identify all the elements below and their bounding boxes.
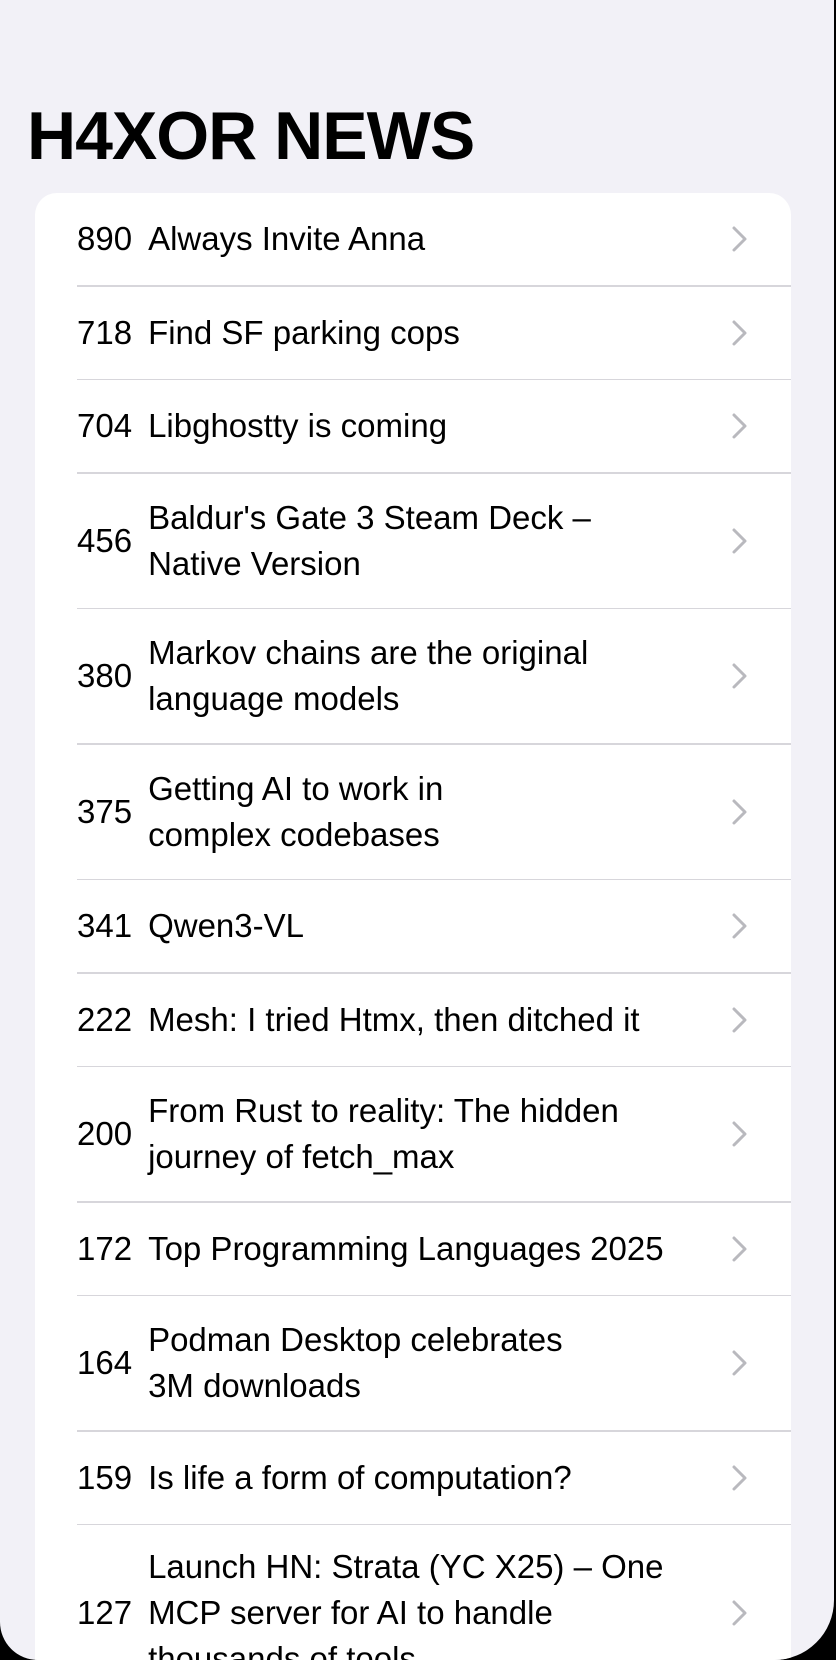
story-title: Find SF parking cops [148, 313, 460, 351]
story-row[interactable]: 380 Markov chains are the original langu… [35, 609, 791, 743]
story-score: 222 [77, 1000, 133, 1038]
story-row[interactable]: 127 Launch HN: Strata (YC X25) – One MCP… [35, 1525, 791, 1660]
story-title: Top Programming Languages 2025 [148, 1229, 664, 1267]
page-title: H4XOR NEWS [27, 98, 475, 174]
chevron-right-icon [732, 799, 747, 824]
story-score: 164 [77, 1344, 133, 1381]
story-row[interactable]: 890 Always Invite Anna [35, 193, 791, 285]
story-title: Getting AI to work in complex codebases [148, 769, 444, 853]
story-row[interactable]: 456 Baldur's Gate 3 Steam Deck – Native … [35, 474, 791, 608]
story-row[interactable]: 704 Libghostty is coming [35, 380, 791, 472]
story-row[interactable]: 172 Top Programming Languages 2025 [35, 1203, 791, 1295]
story-score: 375 [77, 792, 133, 830]
chevron-right-icon [732, 320, 747, 345]
story-row[interactable]: 718 Find SF parking cops [35, 287, 791, 379]
story-title: From Rust to reality: The hidden journey… [148, 1092, 619, 1175]
story-title: Libghostty is coming [148, 407, 448, 444]
story-title: Launch HN: Strata (YC X25) – One MCP ser… [148, 1548, 664, 1660]
chevron-right-icon [732, 1350, 747, 1376]
chevron-right-icon [732, 1465, 747, 1490]
story-row[interactable]: 164 Podman Desktop celebrates 3M downloa… [35, 1296, 791, 1430]
chevron-right-icon [732, 226, 747, 252]
story-row[interactable]: 222 Mesh: I tried Htmx, then ditched it [35, 974, 791, 1066]
story-title: Markov chains are the original language … [148, 634, 589, 717]
chevron-right-icon [732, 1007, 747, 1032]
story-score: 341 [77, 907, 133, 944]
story-row[interactable]: 200 From Rust to reality: The hidden jou… [35, 1067, 791, 1201]
chevron-right-icon [732, 1236, 747, 1261]
story-row[interactable]: 375 Getting AI to work in complex codeba… [35, 745, 791, 879]
story-title: Always Invite Anna [148, 220, 426, 257]
story-list: 890 Always Invite Anna 718 Find SF parki… [35, 193, 791, 1660]
story-score: 456 [77, 521, 133, 559]
app-screen: H4XOR NEWS 890 Always Invite Anna 718 Fi… [0, 0, 834, 1660]
chevron-right-icon [732, 663, 747, 689]
story-title: Qwen3-VL [148, 907, 304, 944]
story-score: 380 [77, 657, 133, 694]
chevron-right-icon [732, 413, 747, 439]
chevron-right-icon [732, 913, 747, 939]
story-score: 704 [77, 407, 133, 444]
story-title: Baldur's Gate 3 Steam Deck – Native Vers… [148, 498, 591, 582]
story-title: Podman Desktop celebrates 3M downloads [148, 1321, 563, 1404]
story-title: Mesh: I tried Htmx, then ditched it [148, 1000, 640, 1038]
story-score: 890 [77, 220, 133, 257]
story-score: 172 [77, 1229, 133, 1267]
chevron-right-icon [732, 528, 747, 553]
story-row[interactable]: 341 Qwen3-VL [35, 880, 791, 972]
story-title: Is life a form of computation? [148, 1458, 572, 1496]
story-score: 200 [77, 1115, 133, 1152]
story-score: 127 [77, 1594, 133, 1631]
story-score: 718 [77, 313, 133, 351]
story-score: 159 [77, 1458, 133, 1496]
chevron-right-icon [732, 1600, 747, 1626]
story-row[interactable]: 159 Is life a form of computation? [35, 1432, 791, 1524]
chevron-right-icon [732, 1121, 747, 1147]
